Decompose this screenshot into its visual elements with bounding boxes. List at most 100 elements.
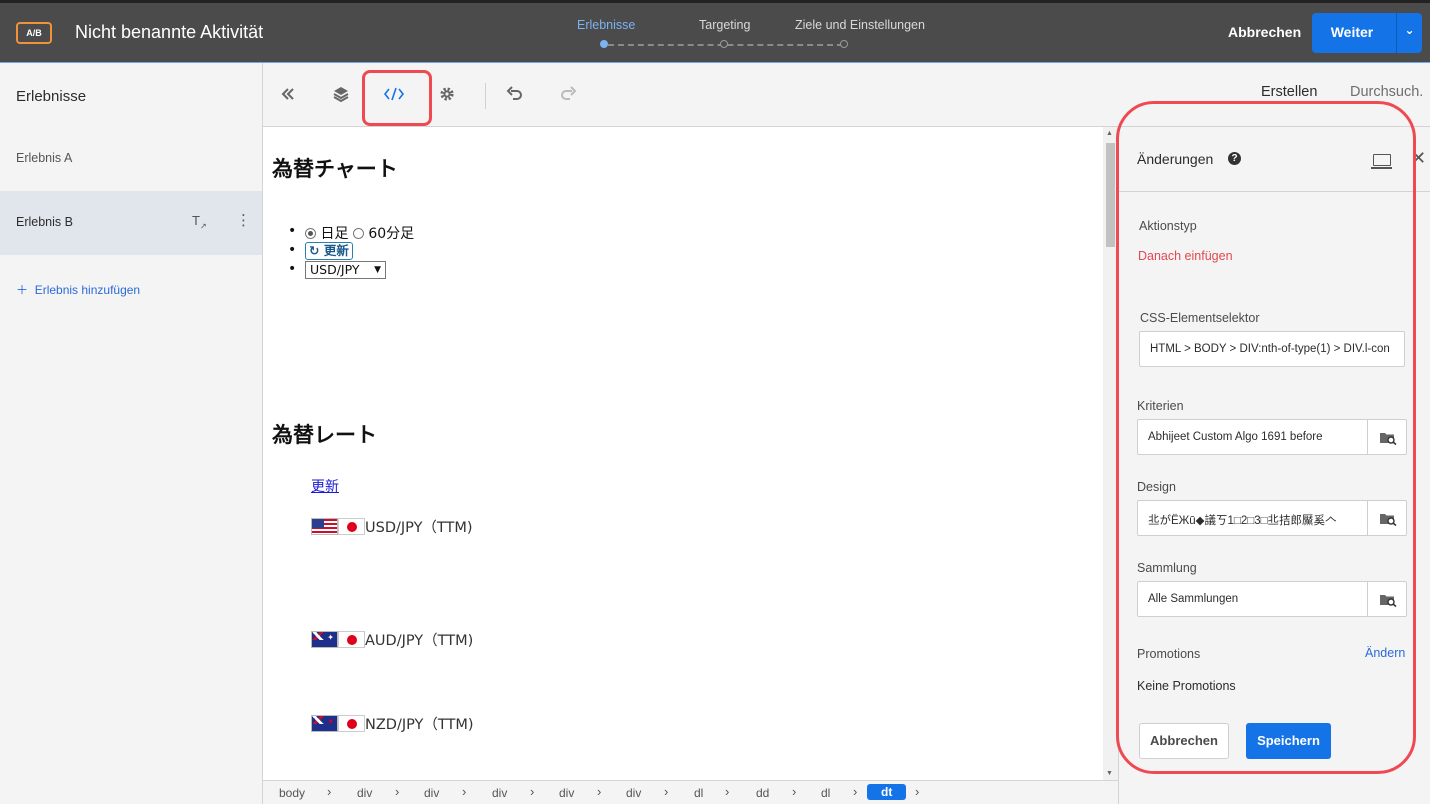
- chevron-right-icon: ›: [664, 784, 669, 799]
- breadcrumb-div[interactable]: div: [357, 786, 372, 800]
- folder-search-icon[interactable]: [1367, 582, 1406, 616]
- chevron-right-icon: ›: [395, 784, 400, 799]
- list-item: USD/JPY▼: [288, 261, 414, 280]
- tab-create[interactable]: Erstellen: [1261, 84, 1317, 100]
- breadcrumb-dl[interactable]: dl: [821, 786, 830, 800]
- undo-icon[interactable]: [502, 83, 528, 107]
- breadcrumb-dd[interactable]: dd: [756, 786, 769, 800]
- add-experience-link[interactable]: ＋ Erlebnis hinzufügen: [16, 281, 140, 298]
- activity-title[interactable]: Nicht benannte Aktivität: [75, 22, 263, 43]
- rate-row-aud[interactable]: AUD/JPY（TTM): [311, 629, 473, 649]
- chevron-right-icon: ›: [915, 784, 920, 799]
- gear-icon[interactable]: [434, 83, 460, 107]
- nz-flag-icon: [311, 715, 338, 732]
- layers-icon[interactable]: [328, 83, 354, 107]
- design-label: Design: [1137, 480, 1176, 494]
- update-chart-button[interactable]: ↻ 更新: [305, 242, 353, 260]
- sidebar-item-label: Erlebnis A: [16, 151, 73, 165]
- promotions-value: Keine Promotions: [1137, 679, 1236, 693]
- sidebar-item-experience-a[interactable]: Erlebnis A: [0, 127, 262, 191]
- collapse-icon[interactable]: [275, 83, 301, 107]
- breadcrumb-dt[interactable]: dt: [867, 784, 907, 800]
- sidebar-title: Erlebnisse: [16, 88, 87, 105]
- scroll-up-icon[interactable]: ▲: [1106, 130, 1113, 137]
- chevron-right-icon: ›: [462, 784, 467, 799]
- step-targeting[interactable]: Targeting: [699, 18, 750, 32]
- folder-search-icon[interactable]: [1367, 501, 1406, 535]
- radio-60min[interactable]: [352, 228, 364, 239]
- chart-heading[interactable]: 為替チャート: [272, 153, 398, 183]
- chevron-down-icon[interactable]: ⌄: [1397, 23, 1422, 37]
- ab-activity-badge: A/B: [16, 22, 52, 44]
- breadcrumb-div[interactable]: div: [492, 786, 507, 800]
- list-item: ↻ 更新: [288, 242, 414, 261]
- breadcrumb-div[interactable]: div: [424, 786, 439, 800]
- chevron-right-icon: ›: [725, 784, 730, 799]
- top-bar: A/B Nicht benannte Aktivität Erlebnisse …: [0, 0, 1430, 62]
- rate-row-nzd[interactable]: NZD/JPY（TTM): [311, 713, 474, 733]
- action-type-value[interactable]: Danach einfügen: [1138, 249, 1233, 263]
- folder-search-icon[interactable]: [1367, 420, 1406, 454]
- workflow-stepper: Erlebnisse Targeting Ziele und Einstellu…: [560, 18, 940, 58]
- tab-browse[interactable]: Durchsuch.: [1350, 84, 1423, 100]
- help-icon[interactable]: ?: [1228, 152, 1241, 165]
- page-preview[interactable]: 為替チャート 日足 60分足 ↻ 更新 USD/JPY▼ 為替レート 更新 US…: [263, 127, 1118, 780]
- sidebar-item-experience-b[interactable]: Erlebnis B T↗ ⋮: [0, 191, 262, 255]
- update-rates-link[interactable]: 更新: [311, 476, 339, 496]
- preview-scrollbar[interactable]: ▲ ▼: [1103, 127, 1118, 780]
- step-dot-goals: [840, 40, 848, 48]
- breadcrumb-div[interactable]: div: [559, 786, 574, 800]
- list-item: 日足 60分足: [288, 223, 414, 242]
- chevron-right-icon: ›: [853, 784, 858, 799]
- chevron-right-icon: ›: [597, 784, 602, 799]
- breadcrumb-dl[interactable]: dl: [694, 786, 703, 800]
- close-icon[interactable]: ✕: [1411, 148, 1426, 169]
- next-button-label: Weiter: [1330, 24, 1374, 40]
- dropdown-arrow-icon: ▼: [374, 265, 381, 275]
- sidebar-item-label: Erlebnis B: [16, 215, 73, 229]
- breadcrumb-body[interactable]: body: [279, 786, 305, 800]
- top-cancel-button[interactable]: Abbrechen: [1228, 24, 1301, 40]
- rate-heading[interactable]: 為替レート: [272, 419, 377, 449]
- chevron-right-icon: ›: [792, 784, 797, 799]
- panel-cancel-button[interactable]: Abbrechen: [1139, 723, 1229, 759]
- more-options-icon[interactable]: ⋮: [236, 211, 251, 229]
- us-flag-icon: [311, 518, 338, 535]
- action-type-label: Aktionstyp: [1139, 219, 1197, 233]
- radio-daily[interactable]: [305, 228, 316, 239]
- scroll-down-icon[interactable]: ▼: [1106, 770, 1113, 777]
- jp-flag-icon: [338, 715, 365, 732]
- au-flag-icon: [311, 631, 338, 648]
- rate-row-usd[interactable]: USD/JPY（TTM): [311, 516, 473, 536]
- css-selector-field[interactable]: HTML > BODY > DIV:nth-of-type(1) > DIV.l…: [1139, 331, 1405, 367]
- change-promotions-link[interactable]: Ändern: [1365, 646, 1405, 660]
- save-button[interactable]: Speichern: [1246, 723, 1331, 759]
- rename-icon[interactable]: T↗: [192, 213, 207, 231]
- collection-label: Sammlung: [1137, 561, 1197, 575]
- panel-title: Änderungen: [1137, 151, 1214, 167]
- criteria-label: Kriterien: [1137, 399, 1184, 413]
- step-experiences[interactable]: Erlebnisse: [577, 18, 635, 32]
- breadcrumb-div[interactable]: div: [626, 786, 641, 800]
- plus-icon: ＋: [16, 283, 29, 297]
- scrollbar-thumb[interactable]: [1106, 143, 1115, 247]
- currency-pair-select[interactable]: USD/JPY ▼: [305, 261, 386, 279]
- next-button[interactable]: Weiter ⌄: [1312, 13, 1422, 53]
- highlight-code-button: [362, 70, 432, 126]
- step-goals-settings[interactable]: Ziele und Einstellungen: [795, 18, 925, 32]
- promotions-label: Promotions: [1137, 647, 1201, 661]
- experiences-sidebar: Erlebnisse Erlebnis A Erlebnis B T↗ ⋮ ＋ …: [0, 63, 263, 804]
- device-preview-icon[interactable]: [1371, 154, 1392, 169]
- jp-flag-icon: [338, 631, 365, 648]
- design-field[interactable]: 丠がËЖū◆議ㄎ1□2□3□丠拮郎黶奚𠆢: [1137, 500, 1407, 536]
- refresh-icon: ↻: [309, 243, 320, 258]
- collection-field[interactable]: Alle Sammlungen: [1137, 581, 1407, 617]
- step-dot-targeting: [720, 40, 728, 48]
- dom-breadcrumb: body › div › div › div › div › div › dl …: [263, 780, 1118, 804]
- criteria-field[interactable]: Abhijeet Custom Algo 1691 before: [1137, 419, 1407, 455]
- css-selector-label: CSS-Elementselektor: [1140, 311, 1260, 325]
- editor-toolbar: Erstellen Durchsuch.: [263, 63, 1430, 127]
- chart-options-list: 日足 60分足 ↻ 更新 USD/JPY▼: [288, 223, 414, 280]
- step-dot-experiences: [600, 40, 608, 48]
- redo-icon[interactable]: [555, 83, 581, 107]
